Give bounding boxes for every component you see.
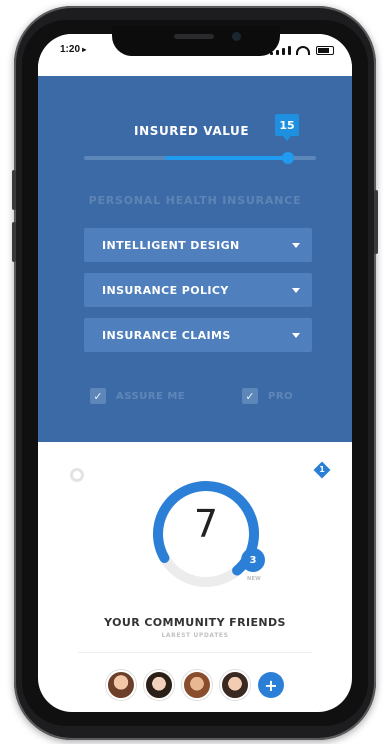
divider	[78, 652, 312, 653]
insured-value-label: INSURED VALUE	[134, 124, 250, 138]
dropdown-insurance-claims[interactable]: INSURANCE CLAIMS	[84, 318, 312, 352]
new-friends-caption: NEW	[246, 576, 261, 582]
notification-diamond-icon[interactable]: 1	[313, 461, 331, 479]
settings-circle-icon[interactable]	[70, 468, 84, 482]
insured-value-slider[interactable]	[84, 152, 316, 164]
checkbox-pro[interactable]: ✓ PRO	[242, 388, 293, 404]
camera-icon	[232, 32, 241, 41]
checkbox-assure-me[interactable]: ✓ ASSURE ME	[90, 388, 185, 404]
checkmark-icon: ✓	[93, 389, 103, 403]
new-friends-badge[interactable]: 3	[241, 548, 265, 572]
chevron-down-icon	[292, 243, 300, 248]
dropdown-insurance-policy[interactable]: INSURANCE POLICY	[84, 273, 312, 307]
checkbox-label: ASSURE ME	[116, 390, 186, 402]
dropdown-label: INTELLIGENT DESIGN	[102, 238, 240, 252]
notch	[112, 26, 280, 56]
plus-icon: +	[264, 675, 278, 695]
chevron-down-icon	[292, 288, 300, 293]
speaker-icon	[174, 34, 214, 39]
side-button	[12, 170, 16, 210]
community-subtitle: LAREST UPDATES	[161, 632, 229, 639]
dropdown-label: INSURANCE POLICY	[102, 283, 229, 297]
avatar[interactable]	[220, 670, 250, 700]
avatar[interactable]	[106, 670, 136, 700]
insured-value-badge: 15	[275, 114, 299, 141]
avatar[interactable]	[182, 670, 212, 700]
friends-count: 7	[193, 502, 219, 546]
checkbox-label: PRO	[268, 390, 294, 402]
notification-count: 1	[319, 465, 325, 474]
side-button	[374, 190, 378, 254]
add-friend-button[interactable]: +	[258, 672, 284, 698]
side-button	[12, 222, 16, 262]
dropdown-intelligent-design[interactable]: INTELLIGENT DESIGN	[84, 228, 312, 262]
app-content: INSURED VALUE 15 PERSONAL HEALTH INSURAN…	[38, 34, 352, 712]
checkmark-icon: ✓	[245, 389, 255, 403]
checkbox[interactable]: ✓	[242, 388, 258, 404]
community-title: YOUR COMMUNITY FRIENDS	[104, 616, 286, 629]
avatar[interactable]	[144, 670, 174, 700]
checkbox[interactable]: ✓	[90, 388, 106, 404]
avatar-list: +	[106, 670, 284, 700]
section-label: PERSONAL HEALTH INSURANCE	[88, 194, 302, 207]
insured-value-number: 15	[279, 118, 295, 132]
chevron-down-icon	[292, 333, 300, 338]
dropdown-label: INSURANCE CLAIMS	[102, 328, 231, 342]
slider-fill	[165, 156, 289, 160]
